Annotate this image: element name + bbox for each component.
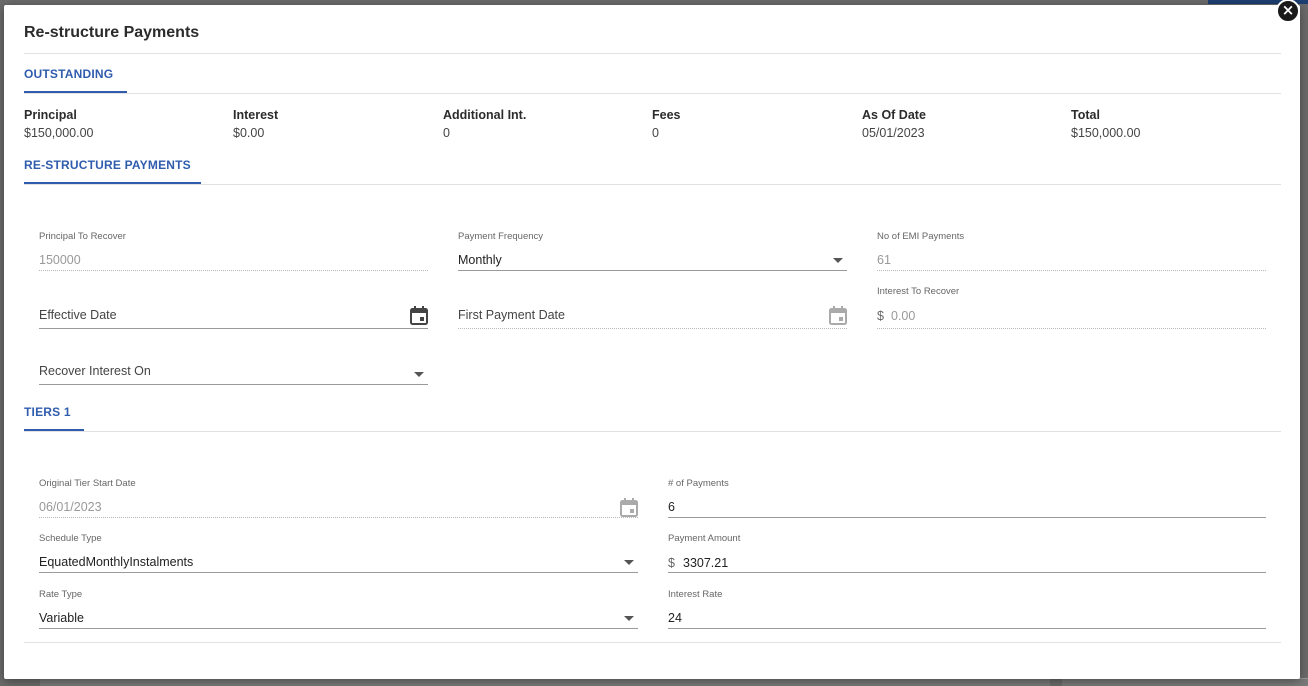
tab-restructure-payments[interactable]: RE-STRUCTURE PAYMENTS bbox=[24, 158, 201, 185]
divider bbox=[24, 93, 1281, 94]
summary-value: 0 bbox=[443, 126, 450, 140]
chevron-down-icon[interactable] bbox=[414, 372, 424, 377]
divider bbox=[24, 53, 1281, 54]
tab-tiers-1[interactable]: TIERS 1 bbox=[24, 405, 84, 432]
field-label: Principal To Recover bbox=[39, 231, 126, 242]
summary-label: Total bbox=[1071, 108, 1100, 122]
modal-title: Re-structure Payments bbox=[24, 24, 200, 41]
currency-symbol: $ bbox=[668, 556, 675, 570]
schedule-type-select[interactable]: Schedule Type EquatedMonthlyInstalments bbox=[39, 533, 638, 573]
field-value: Variable bbox=[39, 611, 84, 625]
summary-label: Additional Int. bbox=[443, 108, 527, 122]
summary-label: Principal bbox=[24, 108, 77, 122]
summary-value: 05/01/2023 bbox=[862, 126, 925, 140]
summary-as-of-date: As Of Date 05/01/2023 bbox=[862, 108, 926, 140]
field-label: Interest Rate bbox=[668, 589, 723, 600]
field-label: # of Payments bbox=[668, 478, 729, 489]
divider bbox=[24, 642, 1281, 643]
field-value: 150000 bbox=[39, 253, 81, 267]
rate-type-select[interactable]: Rate Type Variable bbox=[39, 589, 638, 629]
field-label: Schedule Type bbox=[39, 533, 102, 544]
interest-to-recover-field[interactable]: Interest To Recover $ 0.00 bbox=[877, 286, 1266, 329]
num-payments-field[interactable]: # of Payments 6 bbox=[668, 478, 1266, 518]
summary-total: Total $150,000.00 bbox=[1071, 108, 1141, 140]
chevron-down-icon[interactable] bbox=[624, 616, 634, 621]
field-value[interactable]: 6 bbox=[668, 500, 675, 514]
field-value[interactable]: 24 bbox=[668, 611, 682, 625]
field-placeholder: First Payment Date bbox=[458, 308, 565, 322]
currency-symbol: $ bbox=[877, 309, 884, 323]
principal-to-recover-field[interactable]: Principal To Recover 150000 bbox=[39, 231, 428, 271]
field-label: No of EMI Payments bbox=[877, 231, 965, 242]
restructure-payments-modal: × Re-structure Payments OUTSTANDING Prin… bbox=[4, 0, 1300, 679]
first-payment-date-field[interactable]: First Payment Date bbox=[458, 289, 847, 329]
backdrop-panel bbox=[40, 678, 1050, 686]
calendar-icon[interactable] bbox=[829, 306, 847, 325]
summary-value: $150,000.00 bbox=[24, 126, 94, 140]
field-label: Rate Type bbox=[39, 589, 83, 600]
original-tier-start-date-field[interactable]: Original Tier Start Date 06/01/2023 bbox=[39, 478, 638, 518]
calendar-icon[interactable] bbox=[620, 498, 638, 517]
payment-frequency-select[interactable]: Payment Frequency Monthly bbox=[458, 231, 847, 271]
interest-rate-field[interactable]: Interest Rate 24 bbox=[668, 589, 1266, 629]
chevron-down-icon[interactable] bbox=[624, 560, 634, 565]
field-value: 61 bbox=[877, 253, 891, 267]
summary-fees: Fees 0 bbox=[652, 108, 681, 140]
field-label: Payment Amount bbox=[668, 533, 741, 544]
no-of-emi-payments-field[interactable]: No of EMI Payments 61 bbox=[877, 231, 1266, 271]
field-label: Interest To Recover bbox=[877, 286, 960, 297]
summary-value: $150,000.00 bbox=[1071, 126, 1141, 140]
field-value: 06/01/2023 bbox=[39, 500, 102, 514]
calendar-icon[interactable] bbox=[410, 306, 428, 325]
summary-value: 0 bbox=[652, 126, 659, 140]
recover-interest-on-select[interactable]: Recover Interest On bbox=[39, 345, 428, 385]
summary-label: Interest bbox=[233, 108, 279, 122]
field-value: Monthly bbox=[458, 253, 502, 267]
summary-additional-interest: Additional Int. 0 bbox=[443, 108, 526, 140]
field-value[interactable]: 3307.21 bbox=[683, 556, 728, 570]
summary-interest: Interest $0.00 bbox=[233, 108, 278, 140]
summary-label: Fees bbox=[652, 108, 681, 122]
chevron-down-icon[interactable] bbox=[833, 258, 843, 263]
summary-principal: Principal $150,000.00 bbox=[24, 108, 94, 140]
tab-outstanding[interactable]: OUTSTANDING bbox=[24, 67, 127, 94]
summary-value: $0.00 bbox=[233, 126, 265, 140]
field-label: Original Tier Start Date bbox=[39, 478, 136, 489]
close-icon[interactable]: × bbox=[1276, 0, 1300, 23]
summary-label: As Of Date bbox=[862, 108, 926, 122]
divider bbox=[24, 184, 1281, 185]
field-value: EquatedMonthlyInstalments bbox=[39, 555, 194, 569]
field-placeholder: Recover Interest On bbox=[39, 364, 151, 378]
divider bbox=[24, 431, 1281, 432]
backdrop-panel-right bbox=[1062, 678, 1308, 686]
effective-date-field[interactable]: Effective Date bbox=[39, 289, 428, 329]
field-label: Payment Frequency bbox=[458, 231, 544, 242]
payment-amount-field[interactable]: Payment Amount $ 3307.21 bbox=[668, 533, 1266, 573]
field-value: 0.00 bbox=[891, 309, 916, 323]
field-placeholder: Effective Date bbox=[39, 308, 117, 322]
